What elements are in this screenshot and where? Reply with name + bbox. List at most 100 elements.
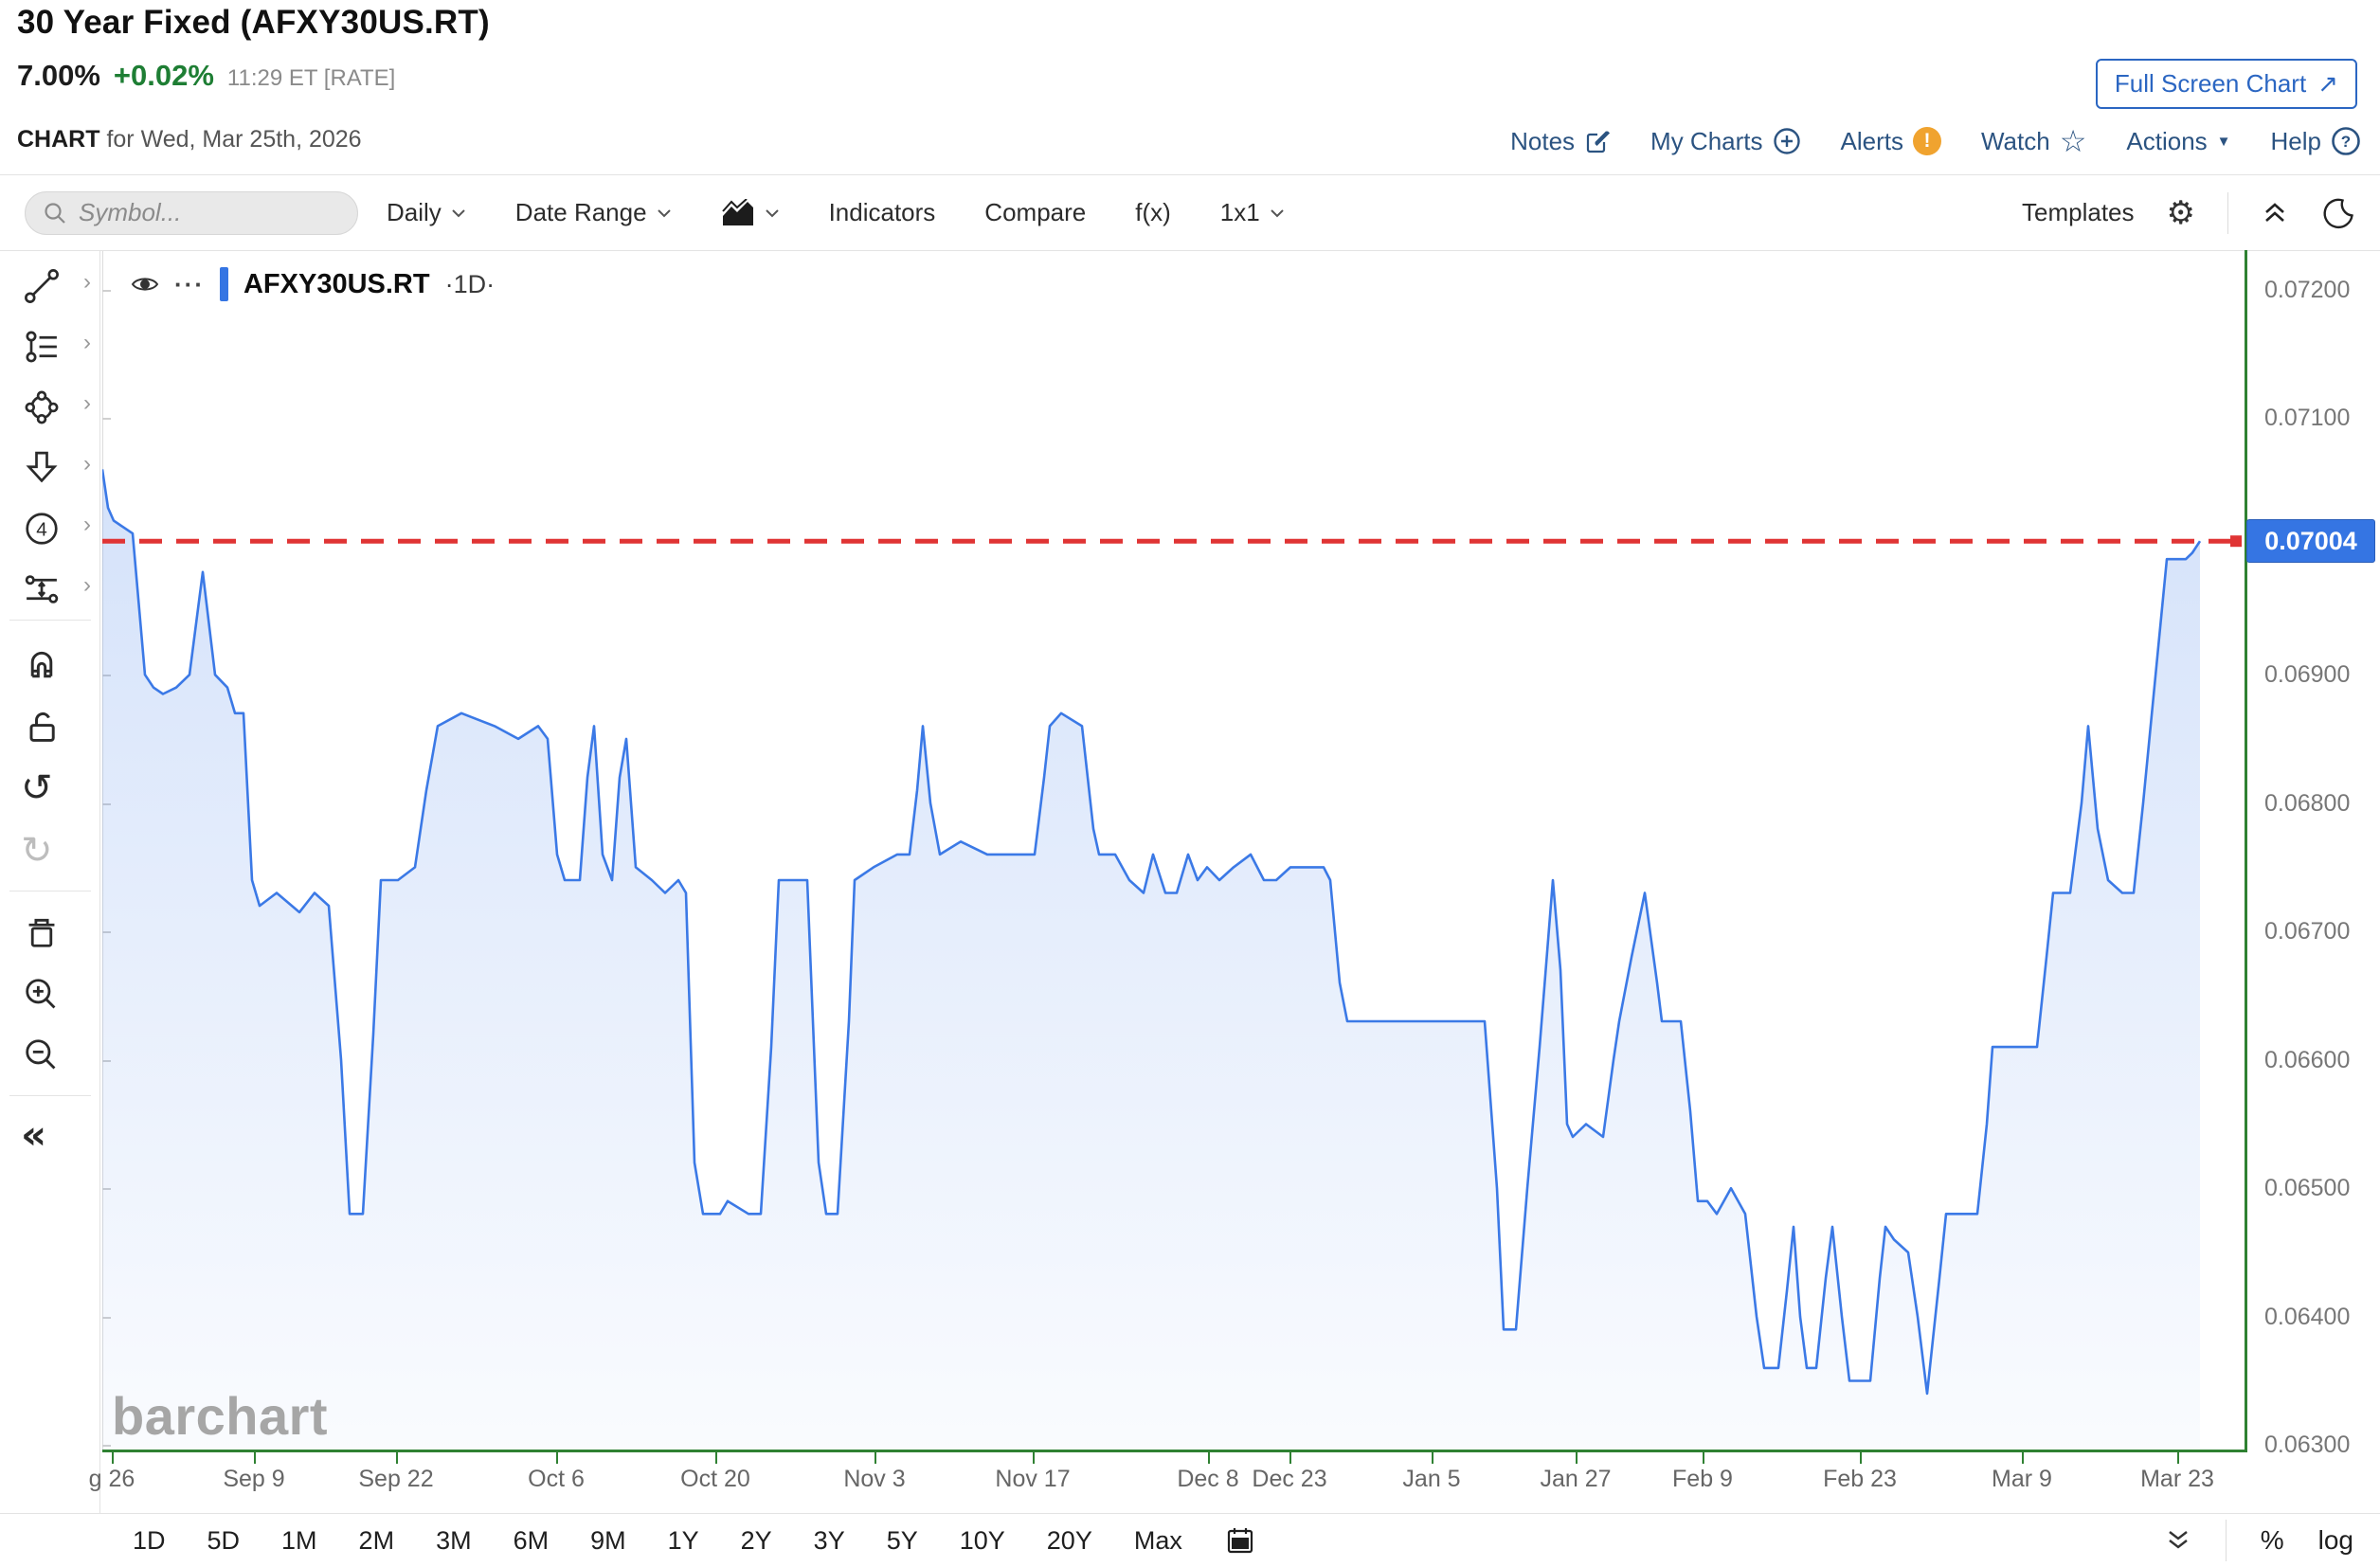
range-9m-button[interactable]: 9M xyxy=(590,1526,626,1556)
price-change: +0.02% xyxy=(114,59,214,93)
y-axis-tick-label: 0.06700 xyxy=(2264,918,2350,946)
arrow-marker-tool-button[interactable]: › xyxy=(21,447,78,489)
range-20y-button[interactable]: 20Y xyxy=(1047,1526,1092,1556)
trendline-tool-button[interactable]: › xyxy=(21,265,78,307)
grid-layout-dropdown[interactable]: 1x1 xyxy=(1220,198,1285,227)
x-axis-tick-label: Sep 9 xyxy=(223,1466,284,1493)
range-1m-button[interactable]: 1M xyxy=(281,1526,317,1556)
price-chart[interactable] xyxy=(102,251,2245,1451)
x-axis-tick xyxy=(874,1452,876,1464)
x-axis-tick-label: Dec 23 xyxy=(1252,1466,1326,1493)
templates-label: Templates xyxy=(2022,198,2135,227)
x-axis-tick xyxy=(2177,1452,2179,1464)
expand-chevron[interactable]: › xyxy=(83,451,91,477)
range-10y-button[interactable]: 10Y xyxy=(960,1526,1005,1556)
help-link[interactable]: Help ? xyxy=(2271,126,2361,156)
unlock-icon xyxy=(21,707,63,748)
series-area xyxy=(102,469,2200,1451)
settings-gear-icon[interactable]: ⚙ xyxy=(2167,194,2195,232)
range-5y-button[interactable]: 5Y xyxy=(887,1526,918,1556)
x-axis-tick xyxy=(2022,1452,2024,1464)
y-axis-tick-label: 0.06900 xyxy=(2264,661,2350,689)
range-6m-button[interactable]: 6M xyxy=(514,1526,550,1556)
range-5d-button[interactable]: 5D xyxy=(207,1526,241,1556)
notes-link[interactable]: Notes xyxy=(1510,127,1611,156)
range-2y-button[interactable]: 2Y xyxy=(741,1526,772,1556)
measure-tool-button[interactable]: › xyxy=(21,568,78,610)
undo-icon: ↺ xyxy=(21,769,53,807)
x-axis-tick xyxy=(715,1452,717,1464)
range-1d-button[interactable]: 1D xyxy=(133,1526,166,1556)
collapse-sidebar-button[interactable]: « xyxy=(21,1114,78,1156)
area-chart-type-icon xyxy=(721,199,755,227)
y-axis-tick-label: 0.06500 xyxy=(2264,1175,2350,1202)
calendar-icon[interactable] xyxy=(1224,1524,1256,1557)
range-3y-button[interactable]: 3Y xyxy=(814,1526,845,1556)
fibonacci-tool-button[interactable]: › xyxy=(21,326,78,368)
full-screen-chart-button[interactable]: Full Screen Chart ↗ xyxy=(2096,59,2357,109)
shapes-tool-button[interactable]: › xyxy=(21,387,78,428)
current-price-badge: 0.07004 xyxy=(2246,519,2375,563)
zoom-in-button[interactable] xyxy=(21,974,78,1016)
grid-layout-label: 1x1 xyxy=(1220,198,1260,227)
expand-chevron[interactable]: › xyxy=(83,330,91,356)
notes-label: Notes xyxy=(1510,127,1575,156)
compare-button[interactable]: Compare xyxy=(984,198,1086,227)
range-2m-button[interactable]: 2M xyxy=(359,1526,395,1556)
y-axis-tick-label: 0.07100 xyxy=(2264,405,2350,432)
shapes-icon xyxy=(21,387,63,428)
legend-menu-dots-icon[interactable]: ··· xyxy=(174,270,205,299)
undo-button[interactable]: ↺ xyxy=(21,767,78,809)
range-3m-button[interactable]: 3M xyxy=(436,1526,472,1556)
help-label: Help xyxy=(2271,127,2321,156)
watch-link[interactable]: Watch ☆ xyxy=(1981,123,2086,159)
expand-chevron[interactable]: › xyxy=(83,390,91,417)
delete-drawings-button[interactable] xyxy=(21,913,78,955)
chevron-down-icon xyxy=(451,208,466,218)
search-icon xyxy=(43,201,67,225)
dark-mode-moon-icon[interactable] xyxy=(2321,196,2355,230)
y-axis-labels[interactable]: 0.072000.071000.069000.068000.067000.066… xyxy=(2247,251,2378,1451)
alerts-link[interactable]: Alerts ! xyxy=(1841,127,1941,156)
range-1y-button[interactable]: 1Y xyxy=(668,1526,699,1556)
x-axis-tick-label: Mar 9 xyxy=(1992,1466,2052,1493)
x-axis-tick xyxy=(1208,1452,1210,1464)
expand-chevron[interactable]: › xyxy=(83,269,91,296)
redo-icon: ↻ xyxy=(21,832,53,870)
symbol-search-input[interactable]: Symbol... xyxy=(25,191,358,235)
magnet-mode-button[interactable] xyxy=(21,646,78,688)
annotation-tool-button[interactable]: 4 › xyxy=(21,508,78,549)
expand-chevron[interactable]: › xyxy=(83,512,91,538)
my-charts-link[interactable]: My Charts xyxy=(1650,127,1800,156)
date-range-dropdown[interactable]: Date Range xyxy=(515,198,672,227)
sidebar-divider xyxy=(9,891,91,892)
legend-period: ·1D· xyxy=(445,270,496,299)
fx-button[interactable]: f(x) xyxy=(1135,198,1171,227)
alert-badge-icon: ! xyxy=(1913,127,1941,155)
expand-chevron[interactable]: › xyxy=(83,572,91,599)
x-axis-tick xyxy=(1703,1452,1704,1464)
chart-for-date: for Wed, Mar 25th, 2026 xyxy=(100,126,362,153)
y-axis-tick-label: 0.07200 xyxy=(2264,277,2350,304)
double-chevron-down-icon[interactable] xyxy=(2165,1528,2191,1553)
chart-type-dropdown[interactable] xyxy=(721,199,780,227)
chevron-down-icon xyxy=(657,208,672,218)
templates-button[interactable]: Templates xyxy=(2022,198,2135,227)
double-chevron-left-icon: « xyxy=(21,1115,46,1155)
lock-drawings-button[interactable] xyxy=(21,707,78,748)
indicators-button[interactable]: Indicators xyxy=(829,198,936,227)
last-price: 7.00% xyxy=(17,59,100,93)
x-axis-tick-label: Jan 5 xyxy=(1402,1466,1460,1493)
actions-link[interactable]: Actions ▼ xyxy=(2126,127,2230,156)
collapse-toolbar-icon[interactable] xyxy=(2261,201,2289,225)
x-axis-tick-label: Feb 9 xyxy=(1672,1466,1733,1493)
log-scale-button[interactable]: log xyxy=(2318,1525,2353,1556)
percent-scale-button[interactable]: % xyxy=(2261,1525,2284,1556)
eye-visibility-icon[interactable] xyxy=(131,274,159,295)
zoom-out-button[interactable] xyxy=(21,1035,78,1076)
redo-button[interactable]: ↻ xyxy=(21,830,78,872)
frequency-dropdown[interactable]: Daily xyxy=(387,198,466,227)
range-max-button[interactable]: Max xyxy=(1134,1526,1182,1556)
bottom-divider-v xyxy=(2226,1520,2227,1561)
x-axis-line xyxy=(102,1450,2245,1452)
